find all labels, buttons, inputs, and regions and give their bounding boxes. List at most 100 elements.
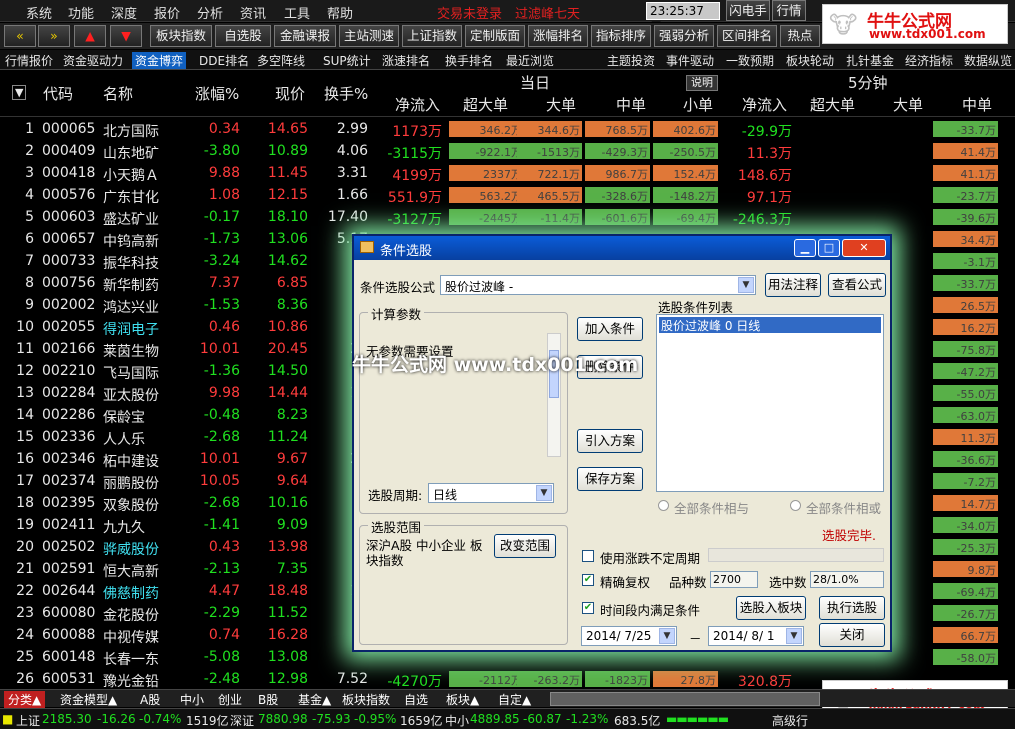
bottom-tab-block-index[interactable]: 板块指数 xyxy=(342,691,390,708)
chevron-down-icon[interactable]: ▼ xyxy=(659,628,675,644)
minimize-icon[interactable]: ▁ xyxy=(794,239,816,257)
tab-theme[interactable]: 主题投资 xyxy=(607,52,655,69)
in-period-checkbox[interactable]: ✔ xyxy=(582,602,594,614)
tab-economy[interactable]: 经济指标 xyxy=(905,52,953,69)
menu-info[interactable]: 资讯 xyxy=(240,3,266,22)
date-to-picker[interactable]: 2014/ 8/ 1 ▼ xyxy=(708,626,804,646)
advanced-quote-label[interactable]: 高级行 xyxy=(772,712,808,729)
forward-icon[interactable]: » xyxy=(38,25,70,47)
tab-turnover-rank[interactable]: 换手排名 xyxy=(445,52,493,69)
quote-button[interactable]: 行情 xyxy=(772,0,806,21)
tab-rotation[interactable]: 板块轮动 xyxy=(786,52,834,69)
formula-select[interactable]: 股价过波峰 - ▼ xyxy=(440,275,756,295)
col-large-5m[interactable]: 大单 xyxy=(893,94,923,115)
tab-fund-game[interactable]: 资金博弈 xyxy=(132,52,187,69)
condition-list-item[interactable]: 股价过波峰 0 日线 xyxy=(659,317,881,333)
view-formula-button[interactable]: 查看公式 xyxy=(828,273,886,297)
table-row[interactable]: 1 000065 北方国际 0.34 14.65 2.99 1173万 346.2万 344.6… xyxy=(0,118,1015,140)
flash-trade-button[interactable]: 闪电手 xyxy=(726,0,770,21)
toolbar-indicator-sort[interactable]: 指标排序 xyxy=(591,25,651,47)
toolbar-finance-class[interactable]: 金融课报 xyxy=(274,25,336,47)
col-small[interactable]: 小单 xyxy=(683,94,713,115)
tab-dde-rank[interactable]: DDE排名 xyxy=(199,52,249,69)
horizontal-scrollbar[interactable] xyxy=(550,692,820,706)
menu-depth[interactable]: 深度 xyxy=(111,3,137,22)
tab-sup-stats[interactable]: SUP统计 xyxy=(323,52,371,69)
col-name[interactable]: 名称 xyxy=(103,83,133,104)
toolbar-sh-index[interactable]: 上证指数 xyxy=(402,25,462,47)
col-netflow-5m[interactable]: 净流入 xyxy=(742,94,787,115)
maximize-icon[interactable]: □ xyxy=(818,239,840,257)
tab-event[interactable]: 事件驱动 xyxy=(666,52,714,69)
col-change[interactable]: 涨幅% xyxy=(195,83,239,104)
close-button[interactable]: 关闭 xyxy=(819,623,885,647)
menu-function[interactable]: 功能 xyxy=(68,3,94,22)
tab-quotes[interactable]: 行情报价 xyxy=(5,52,53,69)
table-row[interactable]: 2 000409 山东地矿 -3.80 10.89 4.06 -3115万 -922.1万 -1… xyxy=(0,140,1015,162)
bottom-tab-b-share[interactable]: B股 xyxy=(258,691,278,708)
sz-label[interactable]: 深证 xyxy=(230,712,254,729)
period-select[interactable]: 日线 ▼ xyxy=(428,483,554,503)
bottom-tab-my[interactable]: 自选 xyxy=(404,691,428,708)
zx-label[interactable]: 中小 xyxy=(445,712,469,729)
up-arrow-icon[interactable]: ▲ xyxy=(74,25,106,47)
toolbar-hot[interactable]: 热点 xyxy=(780,25,820,47)
back-icon[interactable]: « xyxy=(4,25,36,47)
tab-fund-driver[interactable]: 资金驱动力 xyxy=(63,52,123,69)
toolbar-gain-rank[interactable]: 涨幅排名 xyxy=(528,25,588,47)
toolbar-custom-layout[interactable]: 定制版面 xyxy=(465,25,525,47)
col-turnover[interactable]: 换手% xyxy=(324,83,368,104)
table-row[interactable]: 3 000418 小天鹅Ａ 9.88 11.45 3.31 4199万 2337万 722.1万… xyxy=(0,162,1015,184)
close-icon[interactable]: ✕ xyxy=(842,239,886,257)
col-price[interactable]: 现价 xyxy=(275,83,305,104)
col-medium-5m[interactable]: 中单 xyxy=(962,94,992,115)
col-code[interactable]: 代码 xyxy=(43,83,73,104)
bottom-tab-fund[interactable]: 基金▲ xyxy=(298,691,331,708)
date-from-picker[interactable]: 2014/ 7/25 ▼ xyxy=(581,626,677,646)
col-netflow[interactable]: 净流入 xyxy=(395,94,440,115)
usage-button[interactable]: 用法注释 xyxy=(765,273,821,297)
add-condition-button[interactable]: 加入条件 xyxy=(577,317,643,341)
explain-button[interactable]: 说明 xyxy=(686,75,718,91)
to-block-button[interactable]: 选股入板块 xyxy=(736,596,806,620)
bottom-tab-sme[interactable]: 中小 xyxy=(180,691,204,708)
col-large[interactable]: 大单 xyxy=(546,94,576,115)
bottom-tab-block[interactable]: 板块▲ xyxy=(446,691,479,708)
toolbar-strength[interactable]: 强弱分析 xyxy=(654,25,714,47)
tab-fund[interactable]: 扎针基金 xyxy=(846,52,894,69)
menu-analysis[interactable]: 分析 xyxy=(197,3,223,22)
tab-consensus[interactable]: 一致预期 xyxy=(726,52,774,69)
change-range-button[interactable]: 改变范围 xyxy=(494,534,556,558)
menu-help[interactable]: 帮助 xyxy=(327,3,353,22)
toolbar-range-rank[interactable]: 区间排名 xyxy=(717,25,777,47)
tab-long-short[interactable]: 多空阵线 xyxy=(257,52,305,69)
col-medium[interactable]: 中单 xyxy=(616,94,646,115)
radio-or[interactable] xyxy=(790,500,801,511)
chevron-down-icon[interactable]: ▼ xyxy=(536,485,552,501)
table-row[interactable]: 5 000603 盛达矿业 -0.17 18.10 17.40 -3127万 -2445万 -1… xyxy=(0,206,1015,228)
condition-list[interactable]: 股价过波峰 0 日线 xyxy=(656,314,884,492)
down-arrow-icon[interactable]: ▼ xyxy=(110,25,142,47)
bottom-tab-fund-model[interactable]: 资金模型▲ xyxy=(60,691,117,708)
toolbar-speed-test[interactable]: 主站测速 xyxy=(339,25,399,47)
table-row[interactable]: 4 000576 广东甘化 1.08 12.15 1.66 551.9万 563.2万 465.… xyxy=(0,184,1015,206)
run-select-button[interactable]: 执行选股 xyxy=(819,596,885,620)
bottom-tab-category[interactable]: 分类▲ xyxy=(4,691,46,708)
tab-speed-rank[interactable]: 涨速排名 xyxy=(382,52,430,69)
toolbar-my-stocks[interactable]: 自选股 xyxy=(215,25,271,47)
bottom-tab-a-share[interactable]: A股 xyxy=(140,691,160,708)
dialog-title-bar[interactable]: 条件选股 ▁ □ ✕ xyxy=(354,236,890,260)
chevron-down-icon[interactable]: ▼ xyxy=(786,628,802,644)
bottom-tab-gem[interactable]: 创业 xyxy=(218,691,242,708)
toolbar-block-index[interactable]: 板块指数 xyxy=(150,25,212,47)
save-plan-button[interactable]: 保存方案 xyxy=(577,467,643,491)
chevron-down-icon[interactable]: ▼ xyxy=(738,277,754,293)
radio-and[interactable] xyxy=(658,500,669,511)
col-xlarge[interactable]: 超大单 xyxy=(463,94,508,115)
tab-recent[interactable]: 最近浏览 xyxy=(506,52,554,69)
sort-dropdown-icon[interactable]: ▼ xyxy=(12,85,27,100)
sh-label[interactable]: 上证 xyxy=(16,712,40,729)
use-period-checkbox[interactable] xyxy=(582,550,594,562)
bottom-tab-custom[interactable]: 自定▲ xyxy=(498,691,531,708)
menu-system[interactable]: 系统 xyxy=(26,3,52,22)
